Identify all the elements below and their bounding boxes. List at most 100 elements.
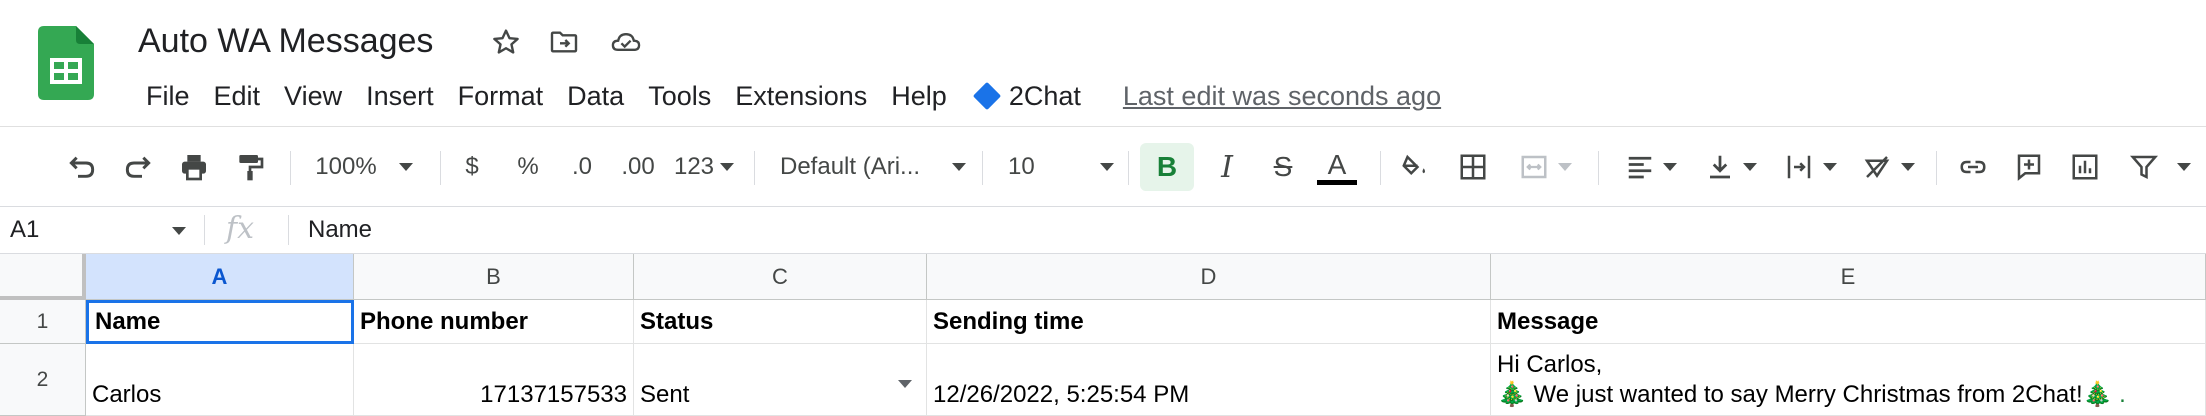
font-size-select[interactable]: 10 bbox=[1008, 143, 1114, 191]
zoom-select[interactable]: 100% bbox=[306, 143, 422, 191]
filter-icon[interactable] bbox=[2120, 143, 2200, 191]
cloud-saved-icon[interactable] bbox=[606, 22, 646, 62]
more-formats-select[interactable]: 123 bbox=[672, 143, 736, 191]
column-header-e[interactable]: E bbox=[1491, 254, 2206, 300]
decrease-decimal-button[interactable]: .0 bbox=[560, 143, 604, 191]
menu-file[interactable]: File bbox=[134, 76, 202, 116]
formula-bar: A1 fx Name bbox=[0, 206, 2206, 254]
formula-divider bbox=[204, 215, 205, 245]
row-header-1[interactable]: 1 bbox=[0, 300, 86, 344]
name-box[interactable]: A1 bbox=[0, 207, 196, 253]
menu-edit[interactable]: Edit bbox=[202, 76, 273, 116]
dropdown-chevron-icon[interactable] bbox=[898, 380, 912, 388]
horizontal-align-icon[interactable] bbox=[1620, 143, 1682, 191]
last-edit-link[interactable]: Last edit was seconds ago bbox=[1123, 76, 1441, 116]
sheet-grid: A B C D E 1 2 Name Phone number Status S… bbox=[0, 254, 2206, 416]
menu-extensions[interactable]: Extensions bbox=[723, 76, 879, 116]
borders-icon[interactable] bbox=[1450, 143, 1496, 191]
cell-d2[interactable]: 12/26/2022, 5:25:54 PM bbox=[927, 344, 1491, 416]
chevron-down-icon bbox=[2177, 163, 2191, 171]
toolbar-divider bbox=[290, 151, 291, 185]
toolbar-divider bbox=[754, 151, 755, 185]
cell-d1[interactable]: Sending time bbox=[927, 300, 1491, 344]
insert-chart-icon[interactable] bbox=[2062, 143, 2108, 191]
menu-format[interactable]: Format bbox=[446, 76, 556, 116]
chevron-down-icon bbox=[1901, 163, 1915, 171]
cell-a1[interactable]: Name bbox=[86, 300, 354, 344]
toolbar: 100% $ % .0 .00 123 Default (Ari... 10 B… bbox=[0, 126, 2206, 206]
google-sheets-icon[interactable] bbox=[38, 26, 94, 100]
cell-b1[interactable]: Phone number bbox=[354, 300, 634, 344]
merge-cells-icon[interactable] bbox=[1508, 143, 1582, 191]
text-color-swatch bbox=[1317, 179, 1357, 185]
chevron-down-icon bbox=[1663, 163, 1677, 171]
column-header-d[interactable]: D bbox=[927, 254, 1491, 300]
toolbar-divider bbox=[1598, 151, 1599, 185]
paint-format-icon[interactable] bbox=[228, 143, 272, 191]
chevron-down-icon bbox=[1558, 163, 1572, 171]
message-line-2: 🎄 We just wanted to say Merry Christmas … bbox=[1497, 380, 2126, 410]
christmas-tree-icon: 🎄 . bbox=[2082, 381, 2126, 408]
bold-button[interactable]: B bbox=[1140, 143, 1194, 191]
fx-icon: fx bbox=[226, 211, 255, 246]
toolbar-divider bbox=[1128, 151, 1129, 185]
menu-2chat[interactable]: 2Chat bbox=[959, 76, 1093, 116]
undo-icon[interactable] bbox=[60, 143, 104, 191]
document-title[interactable]: Auto WA Messages bbox=[138, 18, 433, 64]
redo-icon[interactable] bbox=[116, 143, 160, 191]
cell-c1[interactable]: Status bbox=[634, 300, 927, 344]
column-header-b[interactable]: B bbox=[354, 254, 634, 300]
cell-e1[interactable]: Message bbox=[1491, 300, 2206, 344]
text-color-button[interactable]: A bbox=[1314, 143, 1360, 191]
menu-help[interactable]: Help bbox=[879, 76, 959, 116]
move-to-folder-icon[interactable] bbox=[544, 22, 584, 62]
font-family-select[interactable]: Default (Ari... bbox=[780, 143, 966, 191]
currency-format-button[interactable]: $ bbox=[452, 143, 492, 191]
strikethrough-button[interactable]: S bbox=[1260, 143, 1306, 191]
text-wrapping-icon[interactable] bbox=[1778, 143, 1842, 191]
menu-view[interactable]: View bbox=[272, 76, 354, 116]
print-icon[interactable] bbox=[172, 143, 216, 191]
chevron-down-icon bbox=[720, 163, 735, 171]
font-size-value: 10 bbox=[1008, 153, 1035, 180]
formula-input[interactable]: Name bbox=[308, 207, 372, 253]
column-header-c[interactable]: C bbox=[634, 254, 927, 300]
text-rotation-icon[interactable] bbox=[1856, 143, 1920, 191]
vertical-align-icon[interactable] bbox=[1700, 143, 1762, 191]
cell-e2[interactable]: Hi Carlos, 🎄 We just wanted to say Merry… bbox=[1491, 344, 2206, 416]
toolbar-divider bbox=[1380, 151, 1381, 185]
chevron-down-icon bbox=[952, 163, 966, 171]
decrease-decimal-label: .0 bbox=[571, 153, 592, 180]
menu-insert[interactable]: Insert bbox=[354, 76, 446, 116]
text-color-label: A bbox=[1327, 148, 1347, 180]
cell-b2[interactable]: 17137157533 bbox=[354, 344, 634, 416]
column-header-a[interactable]: A bbox=[86, 254, 354, 300]
row-header-2[interactable]: 2 bbox=[0, 344, 86, 416]
message-line-2-text: We just wanted to say Merry Christmas fr… bbox=[1526, 381, 2083, 408]
menu-tools[interactable]: Tools bbox=[636, 76, 723, 116]
title-bar: Auto WA Messages File Edit View Insert F… bbox=[0, 0, 2206, 126]
italic-button[interactable]: I bbox=[1204, 143, 1250, 191]
chevron-down-icon bbox=[1743, 163, 1757, 171]
menu-2chat-label: 2Chat bbox=[1008, 81, 1081, 111]
chevron-down-icon bbox=[172, 227, 186, 235]
blue-diamond-icon bbox=[972, 81, 1001, 111]
christmas-tree-icon: 🎄 bbox=[1497, 381, 1527, 408]
more-formats-label: 123 bbox=[673, 153, 715, 180]
zoom-value: 100% bbox=[315, 153, 377, 180]
percent-format-button[interactable]: % bbox=[508, 143, 548, 191]
fill-color-icon[interactable] bbox=[1392, 143, 1438, 191]
menu-data[interactable]: Data bbox=[555, 76, 636, 116]
insert-comment-icon[interactable] bbox=[2006, 143, 2052, 191]
increase-decimal-button[interactable]: .00 bbox=[614, 143, 662, 191]
star-icon[interactable] bbox=[486, 22, 526, 62]
cell-a2[interactable]: Carlos bbox=[86, 344, 354, 416]
status-value: Sent bbox=[640, 381, 690, 408]
cell-c2[interactable]: Sent bbox=[634, 344, 927, 416]
menu-bar: File Edit View Insert Format Data Tools … bbox=[134, 76, 1441, 116]
toolbar-divider bbox=[440, 151, 441, 185]
select-all-corner[interactable] bbox=[0, 254, 86, 300]
message-line-1: Hi Carlos, bbox=[1497, 351, 1603, 378]
insert-link-icon[interactable] bbox=[1950, 143, 1996, 191]
chevron-down-icon bbox=[1823, 163, 1837, 171]
